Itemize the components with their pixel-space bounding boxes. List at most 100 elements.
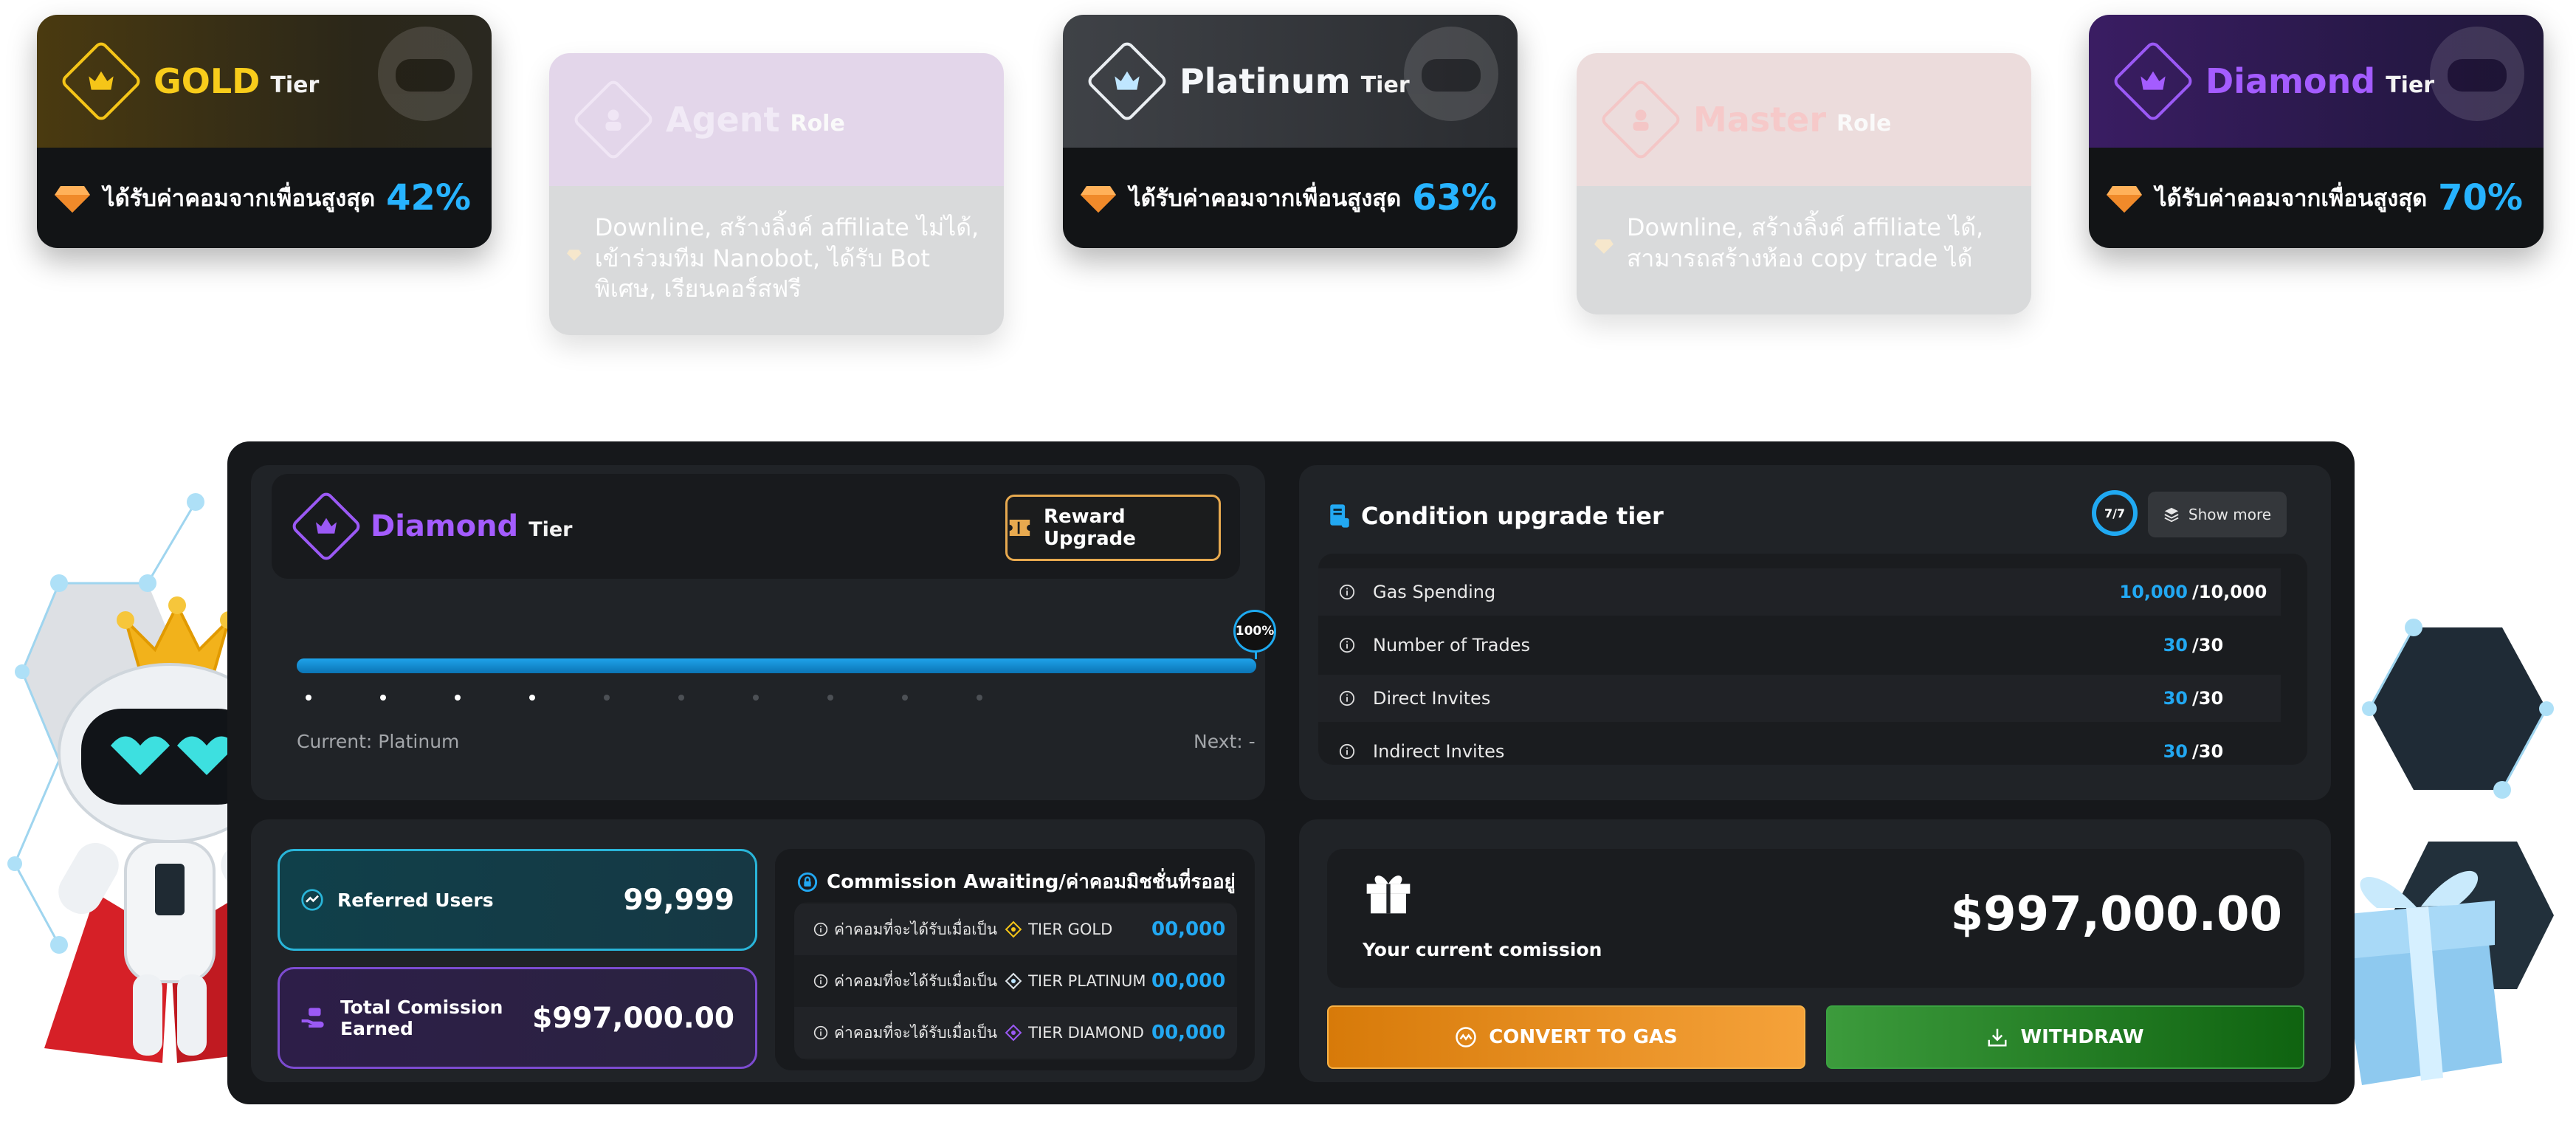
info-icon	[1339, 690, 1355, 706]
info-icon	[813, 922, 828, 937]
tier-card-diamond: Diamond Tier ได้รับค่าคอมจากเพื่อนสูงสุด…	[2089, 15, 2544, 248]
current-tier-header: Diamond Tier Reward Upgrade	[272, 474, 1240, 579]
commission-awaiting-title: Commission Awaiting/ค่าคอมมิชชั่นที่รออย…	[797, 867, 1236, 897]
diamond-tier-badge-icon	[1005, 1024, 1022, 1042]
info-icon	[1339, 584, 1355, 600]
commission-row-gold: ค่าคอมที่จะได้รับเมื่อเป็น TIER GOLD 00,…	[794, 904, 1237, 955]
tier-card-gold: GOLD Tier ได้รับค่าคอมจากเพื่อนสูงสุด 42…	[37, 15, 492, 248]
role-card-master: Master Role Downline, สร้างลิ้งค์ affili…	[1577, 53, 2031, 314]
progress-percent-bubble: 100%	[1233, 610, 1276, 659]
gem-icon	[55, 186, 90, 213]
gold-tier-badge-icon	[1005, 921, 1022, 938]
lock-coin-icon	[797, 872, 818, 892]
current-commission-label: Your current comission	[1363, 939, 1602, 960]
progress-dot	[380, 695, 386, 701]
crown-icon	[62, 42, 140, 120]
condition-row-gas: Gas Spending 10,000 /10,000	[1318, 568, 2281, 616]
gem-icon	[567, 250, 582, 261]
crown-icon	[1088, 42, 1166, 120]
current-tier-name: Diamond	[371, 509, 519, 543]
condition-list: Gas Spending 10,000 /10,000 Number of Tr…	[1318, 554, 2307, 765]
referred-users-label: Referred Users	[337, 889, 494, 911]
role-description: Downline, สร้างลิ้งค์ affiliate ไม่ได้, …	[594, 213, 979, 303]
progress-dot	[827, 695, 833, 701]
crown-icon	[292, 492, 360, 560]
tier-name: GOLD	[154, 61, 261, 101]
info-icon	[813, 974, 828, 988]
crown-icon	[2114, 42, 2192, 120]
gem-icon	[1594, 239, 1614, 254]
commission-row-diamond: ค่าคอมที่จะได้รับเมื่อเป็น TIER DIAMOND …	[794, 1007, 1237, 1059]
tier-percent: 63%	[1412, 177, 1497, 219]
progress-dot	[529, 695, 535, 701]
show-more-label: Show more	[2188, 506, 2272, 523]
tier-percent: 42%	[386, 177, 471, 219]
agent-icon	[574, 80, 652, 159]
convert-icon	[1456, 1027, 1476, 1047]
role-suffix: Role	[790, 110, 845, 137]
info-icon	[1339, 637, 1355, 653]
tier-progress-box: Diamond Tier Reward Upgrade 100% Current…	[251, 465, 1276, 800]
current-tier-label: Current: Platinum	[297, 731, 460, 752]
commission-row-platinum: ค่าคอมที่จะได้รับเมื่อเป็น TIER PLATINUM…	[794, 955, 1237, 1007]
info-icon	[1339, 743, 1355, 760]
current-commission-value: $997,000.00	[1950, 887, 2282, 942]
current-commission-card: Your current comission $997,000.00	[1327, 849, 2304, 988]
tier-suffix: Tier	[270, 72, 320, 98]
role-name: Master	[1693, 100, 1827, 140]
condition-row-trades: Number of Trades 30 /30	[1318, 622, 2281, 669]
chart-icon	[301, 889, 323, 911]
document-icon	[1330, 504, 1349, 528]
condition-row-indirect-invites: Indirect Invites 30 /30	[1318, 728, 2281, 765]
progress-dot	[902, 695, 908, 701]
tier-benefit: ได้รับค่าคอมจากเพื่อนสูงสุด	[1129, 185, 1402, 212]
referral-dashboard-panel: Diamond Tier Reward Upgrade 100% Current…	[227, 441, 2355, 1104]
tier-percent: 70%	[2438, 177, 2523, 219]
condition-row-direct-invites: Direct Invites 30 /30	[1318, 675, 2281, 722]
gift-icon	[1366, 875, 1411, 914]
role-suffix: Role	[1836, 110, 1892, 137]
role-description: Downline, สร้างลิ้งค์ affiliate ได้, สาม…	[1626, 213, 1984, 272]
tier-name: Diamond	[2205, 61, 2376, 101]
gem-icon	[1081, 186, 1116, 213]
referred-users-value: 99,999	[623, 883, 735, 917]
total-commission-value: $997,000.00	[532, 1001, 734, 1035]
commission-awaiting-list: ค่าคอมที่จะได้รับเมื่อเป็น TIER GOLD 00,…	[794, 902, 1237, 1060]
tier-card-platinum: Platinum Tier ได้รับค่าคอมจากเพื่อนสูงสุ…	[1063, 15, 1518, 248]
ticket-icon	[1009, 520, 1030, 536]
progress-dot	[604, 695, 610, 701]
robot-watermark-icon	[378, 27, 472, 121]
robot-watermark-icon	[1404, 27, 1498, 121]
master-icon	[1602, 80, 1680, 159]
show-more-button[interactable]: Show more	[2148, 492, 2287, 537]
progress-dot	[753, 695, 759, 701]
withdraw-label: WITHDRAW	[2020, 1026, 2144, 1048]
tier-name: Platinum	[1179, 61, 1351, 101]
download-icon	[1988, 1028, 2007, 1047]
total-commission-label: Total Comission Earned	[340, 997, 503, 1039]
robot-watermark-icon	[2430, 27, 2524, 121]
progress-dot	[977, 695, 982, 701]
tier-progress-fill	[297, 658, 1256, 673]
next-tier-label: Next: -	[1194, 731, 1256, 752]
convert-to-gas-button[interactable]: CONVERT TO GAS	[1327, 1005, 1805, 1069]
convert-label: CONVERT TO GAS	[1489, 1026, 1678, 1048]
platinum-tier-badge-icon	[1005, 972, 1022, 990]
progress-dot	[455, 695, 461, 701]
referred-users-card: Referred Users 99,999	[278, 849, 757, 951]
progress-dot	[678, 695, 684, 701]
reward-upgrade-button[interactable]: Reward Upgrade	[1005, 495, 1221, 561]
progress-percent-label: 100%	[1235, 624, 1275, 639]
total-commission-card: Total Comission Earned $997,000.00	[278, 967, 757, 1069]
info-icon	[813, 1025, 828, 1040]
layers-icon	[2164, 507, 2179, 523]
condition-progress-ring: 7/7	[2092, 490, 2138, 536]
money-hand-icon	[301, 1008, 324, 1028]
withdraw-button[interactable]: WITHDRAW	[1826, 1005, 2304, 1069]
gem-icon	[2107, 186, 2142, 213]
condition-ring-label: 7/7	[2104, 506, 2126, 520]
progress-dot	[306, 695, 311, 701]
role-card-agent: Agent Role Downline, สร้างลิ้งค์ affilia…	[549, 53, 1004, 335]
reward-upgrade-label: Reward Upgrade	[1043, 506, 1136, 550]
tier-benefit: ได้รับค่าคอมจากเพื่อนสูงสุด	[2155, 185, 2428, 212]
